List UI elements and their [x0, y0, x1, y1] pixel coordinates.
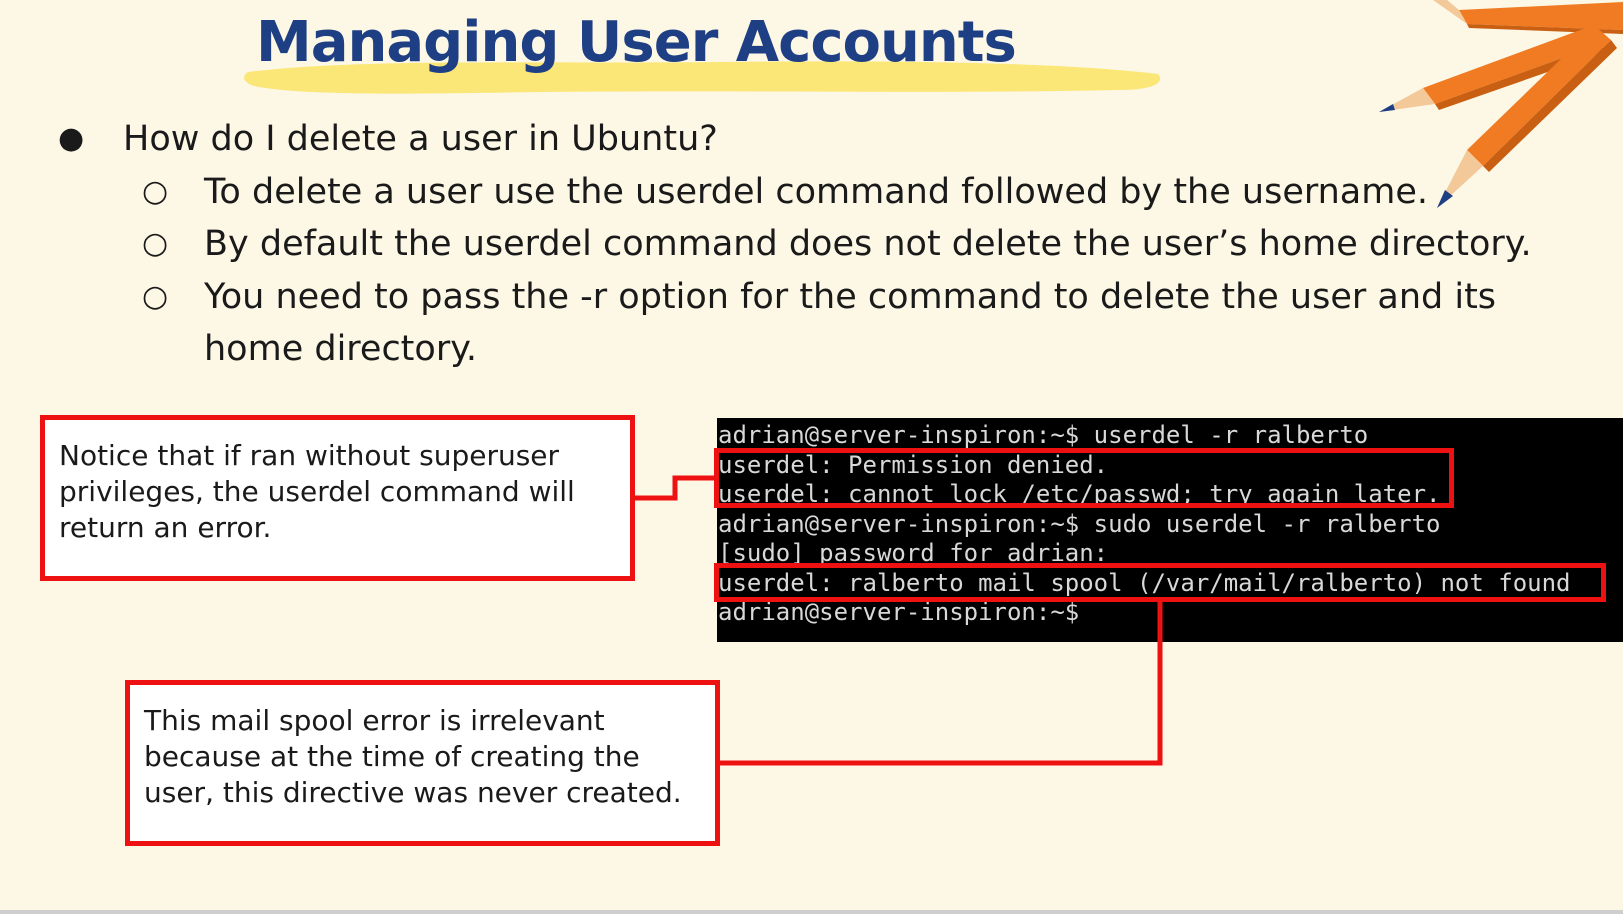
note-line: This mail spool error is irrelevant: [144, 704, 605, 737]
sub-bullet-dot: ○: [142, 226, 169, 261]
superuser-note-box: Notice that if ran without superuser pri…: [40, 415, 635, 581]
sub-bullet-dot: ○: [142, 279, 169, 314]
sub-bullet-dot: ○: [142, 174, 169, 209]
terminal-line: adrian@server-inspiron:~$: [718, 598, 1080, 626]
note-line: privileges, the userdel command will: [59, 475, 575, 508]
note-line: because at the time of creating the: [144, 740, 640, 773]
sub-bullet-item: To delete a user use the userdel command…: [204, 172, 1429, 212]
note-line: user, this directive was never created.: [144, 776, 682, 809]
sub-bullet-continuation: home directory.: [204, 329, 478, 369]
terminal-line: adrian@server-inspiron:~$ sudo userdel -…: [718, 509, 1441, 538]
note-line: Notice that if ran without superuser: [59, 439, 560, 472]
connector-line: [635, 475, 714, 501]
sub-bullet-item: You need to pass the -r option for the c…: [204, 277, 1497, 317]
mail-spool-note-box: This mail spool error is irrelevant beca…: [125, 680, 720, 846]
terminal-line: adrian@server-inspiron:~$ userdel -r ral…: [718, 421, 1369, 449]
bullet-item: How do I delete a user in Ubuntu?: [123, 119, 718, 159]
bullet-dot: ●: [58, 121, 85, 156]
note-line: return an error.: [59, 511, 272, 544]
mail-spool-error-highlight: [714, 563, 1606, 602]
permission-error-highlight: [714, 448, 1454, 508]
bullet-list: ● How do I delete a user in Ubuntu? ○ To…: [0, 0, 1623, 370]
bottom-edge: [0, 910, 1623, 914]
sub-bullet-item: By default the userdel command does not …: [204, 224, 1532, 264]
